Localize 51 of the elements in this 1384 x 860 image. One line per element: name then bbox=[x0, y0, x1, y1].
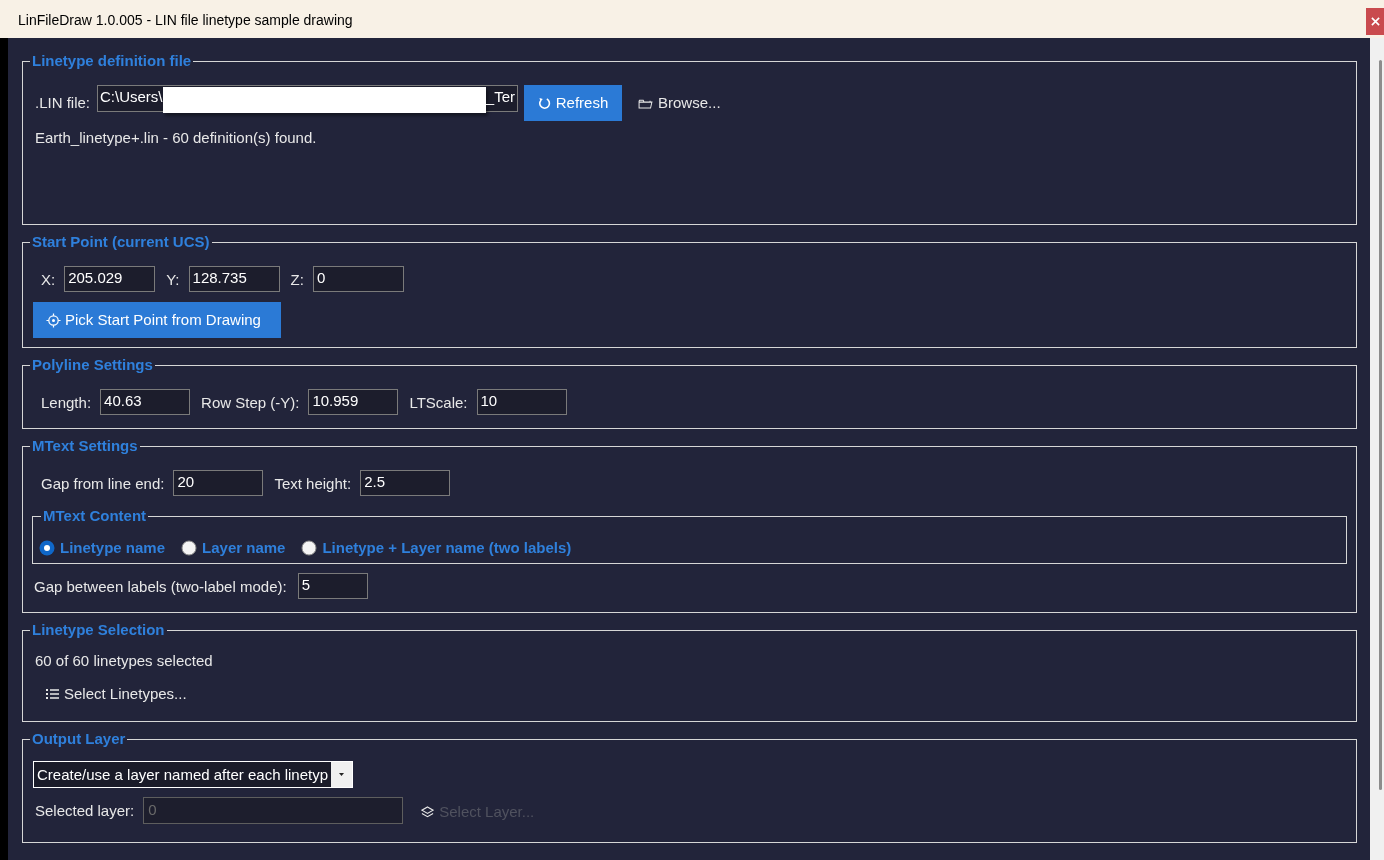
path-field[interactable]: C:\Users\ _Ter bbox=[97, 85, 519, 112]
path-text: C:\Users\ bbox=[100, 87, 163, 107]
group-title: Output Layer bbox=[31, 731, 127, 747]
text-field[interactable]: 20 bbox=[173, 470, 264, 496]
close-icon bbox=[1370, 17, 1380, 26]
group-title: Linetype Selection bbox=[31, 622, 166, 638]
radio-option[interactable]: Linetype name bbox=[39, 537, 166, 560]
layers-icon bbox=[421, 805, 435, 819]
field-label: Length: bbox=[41, 393, 92, 414]
radio-option[interactable]: Linetype + Layer name (two labels) bbox=[301, 537, 572, 560]
select-linetypes-button[interactable]: Select Linetypes... bbox=[35, 679, 195, 709]
text-field[interactable]: 0 bbox=[312, 266, 404, 292]
scrollbar[interactable] bbox=[1370, 38, 1384, 860]
field-label: Selected layer: bbox=[35, 801, 135, 822]
text-field[interactable]: 10.959 bbox=[308, 389, 399, 415]
folder-icon bbox=[638, 97, 654, 109]
refresh-icon bbox=[537, 96, 551, 110]
text-field[interactable]: 5 bbox=[297, 573, 368, 599]
refresh-button[interactable]: Refresh bbox=[524, 85, 623, 121]
selection-summary: 60 of 60 linetypes selected bbox=[35, 653, 213, 669]
group-title: Start Point (current UCS) bbox=[31, 234, 211, 250]
field-label: Y: bbox=[166, 270, 180, 291]
field-label: Gap between labels (two-label mode): bbox=[34, 577, 287, 598]
field-label: .LIN file: bbox=[35, 93, 91, 113]
group-title: Linetype definition file bbox=[31, 53, 193, 69]
browse-button[interactable]: Browse... bbox=[630, 85, 729, 121]
field-label: Text height: bbox=[274, 474, 352, 495]
pick-point-button[interactable]: Pick Start Point from Drawing bbox=[33, 302, 281, 338]
group-title: MText Content bbox=[42, 508, 148, 524]
text-field[interactable]: 40.63 bbox=[100, 389, 191, 415]
path-text: _Ter bbox=[485, 87, 517, 107]
text-field[interactable]: 205.029 bbox=[64, 266, 156, 292]
text-field[interactable]: 128.735 bbox=[188, 266, 280, 292]
caret-icon bbox=[331, 762, 352, 787]
text-field[interactable]: 10 bbox=[476, 389, 567, 415]
status-text: Earth_linetype+.lin - 60 definition(s) found. bbox=[35, 130, 317, 146]
group-title: MText Settings bbox=[31, 438, 139, 454]
radio-option[interactable]: Layer name bbox=[181, 537, 286, 560]
field-label: Z: bbox=[290, 270, 304, 291]
scrollbar-thumb[interactable] bbox=[1379, 60, 1382, 790]
crosshair-icon bbox=[46, 312, 61, 328]
window-title: LinFileDraw 1.0.005 - LIN file linetype sample drawing bbox=[18, 11, 353, 29]
group-title: Polyline Settings bbox=[31, 357, 154, 373]
field-label: X: bbox=[41, 270, 56, 291]
list-icon bbox=[46, 688, 59, 700]
field-label: Gap from line end: bbox=[41, 474, 165, 495]
field-label: LTScale: bbox=[409, 393, 468, 414]
close-button[interactable] bbox=[1366, 8, 1384, 35]
text-field[interactable]: 2.5 bbox=[360, 470, 451, 496]
layer-mode-dropdown[interactable]: Create/use a layer named after each linetyp bbox=[33, 761, 353, 788]
field-label: Row Step (-Y): bbox=[201, 393, 300, 414]
